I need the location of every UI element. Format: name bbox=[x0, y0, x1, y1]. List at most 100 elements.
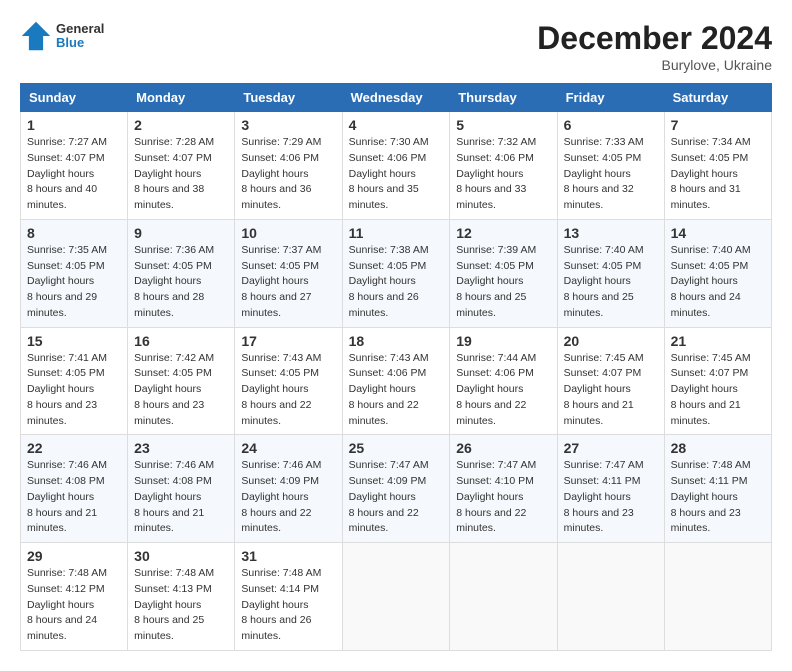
logo-text: General Blue bbox=[56, 22, 104, 51]
day-number: 24 bbox=[241, 440, 335, 456]
calendar-day-16: 16 Sunrise: 7:42 AMSunset: 4:05 PMDaylig… bbox=[128, 327, 235, 435]
calendar-table: SundayMondayTuesdayWednesdayThursdayFrid… bbox=[20, 83, 772, 651]
calendar-day-1: 1 Sunrise: 7:27 AMSunset: 4:07 PMDayligh… bbox=[21, 112, 128, 220]
day-info: Sunrise: 7:46 AMSunset: 4:08 PMDaylight … bbox=[27, 458, 121, 537]
day-number: 21 bbox=[671, 333, 765, 349]
day-info: Sunrise: 7:47 AMSunset: 4:10 PMDaylight … bbox=[456, 458, 550, 537]
location-subtitle: Burylove, Ukraine bbox=[537, 57, 772, 73]
day-number: 16 bbox=[134, 333, 228, 349]
calendar-day-24: 24 Sunrise: 7:46 AMSunset: 4:09 PMDaylig… bbox=[235, 435, 342, 543]
day-info: Sunrise: 7:41 AMSunset: 4:05 PMDaylight … bbox=[27, 351, 121, 430]
day-number: 20 bbox=[564, 333, 658, 349]
day-number: 27 bbox=[564, 440, 658, 456]
day-number: 6 bbox=[564, 117, 658, 133]
day-number: 14 bbox=[671, 225, 765, 241]
calendar-day-5: 5 Sunrise: 7:32 AMSunset: 4:06 PMDayligh… bbox=[450, 112, 557, 220]
column-header-thursday: Thursday bbox=[450, 84, 557, 112]
title-area: December 2024 Burylove, Ukraine bbox=[537, 20, 772, 73]
day-number: 22 bbox=[27, 440, 121, 456]
day-number: 31 bbox=[241, 548, 335, 564]
day-info: Sunrise: 7:30 AMSunset: 4:06 PMDaylight … bbox=[349, 135, 444, 214]
calendar-day-9: 9 Sunrise: 7:36 AMSunset: 4:05 PMDayligh… bbox=[128, 219, 235, 327]
day-info: Sunrise: 7:45 AMSunset: 4:07 PMDaylight … bbox=[671, 351, 765, 430]
day-number: 2 bbox=[134, 117, 228, 133]
day-number: 7 bbox=[671, 117, 765, 133]
day-info: Sunrise: 7:47 AMSunset: 4:11 PMDaylight … bbox=[564, 458, 658, 537]
calendar-body: 1 Sunrise: 7:27 AMSunset: 4:07 PMDayligh… bbox=[21, 112, 772, 651]
column-header-tuesday: Tuesday bbox=[235, 84, 342, 112]
day-number: 18 bbox=[349, 333, 444, 349]
day-info: Sunrise: 7:36 AMSunset: 4:05 PMDaylight … bbox=[134, 243, 228, 322]
day-number: 5 bbox=[456, 117, 550, 133]
column-header-friday: Friday bbox=[557, 84, 664, 112]
day-info: Sunrise: 7:29 AMSunset: 4:06 PMDaylight … bbox=[241, 135, 335, 214]
calendar-week-2: 8 Sunrise: 7:35 AMSunset: 4:05 PMDayligh… bbox=[21, 219, 772, 327]
calendar-week-4: 22 Sunrise: 7:46 AMSunset: 4:08 PMDaylig… bbox=[21, 435, 772, 543]
day-info: Sunrise: 7:46 AMSunset: 4:09 PMDaylight … bbox=[241, 458, 335, 537]
day-info: Sunrise: 7:33 AMSunset: 4:05 PMDaylight … bbox=[564, 135, 658, 214]
day-number: 9 bbox=[134, 225, 228, 241]
calendar-day-31: 31 Sunrise: 7:48 AMSunset: 4:14 PMDaylig… bbox=[235, 543, 342, 651]
calendar-day-17: 17 Sunrise: 7:43 AMSunset: 4:05 PMDaylig… bbox=[235, 327, 342, 435]
day-info: Sunrise: 7:27 AMSunset: 4:07 PMDaylight … bbox=[27, 135, 121, 214]
calendar-day-11: 11 Sunrise: 7:38 AMSunset: 4:05 PMDaylig… bbox=[342, 219, 450, 327]
day-info: Sunrise: 7:34 AMSunset: 4:05 PMDaylight … bbox=[671, 135, 765, 214]
calendar-day-25: 25 Sunrise: 7:47 AMSunset: 4:09 PMDaylig… bbox=[342, 435, 450, 543]
day-info: Sunrise: 7:44 AMSunset: 4:06 PMDaylight … bbox=[456, 351, 550, 430]
calendar-week-1: 1 Sunrise: 7:27 AMSunset: 4:07 PMDayligh… bbox=[21, 112, 772, 220]
calendar-day-28: 28 Sunrise: 7:48 AMSunset: 4:11 PMDaylig… bbox=[664, 435, 771, 543]
calendar-day-21: 21 Sunrise: 7:45 AMSunset: 4:07 PMDaylig… bbox=[664, 327, 771, 435]
calendar-day-2: 2 Sunrise: 7:28 AMSunset: 4:07 PMDayligh… bbox=[128, 112, 235, 220]
day-number: 29 bbox=[27, 548, 121, 564]
day-number: 19 bbox=[456, 333, 550, 349]
day-number: 10 bbox=[241, 225, 335, 241]
column-header-sunday: Sunday bbox=[21, 84, 128, 112]
logo: General Blue bbox=[20, 20, 104, 52]
logo-line1: General bbox=[56, 22, 104, 36]
logo-icon bbox=[20, 20, 52, 52]
day-info: Sunrise: 7:43 AMSunset: 4:05 PMDaylight … bbox=[241, 351, 335, 430]
day-info: Sunrise: 7:42 AMSunset: 4:05 PMDaylight … bbox=[134, 351, 228, 430]
month-title: December 2024 bbox=[537, 20, 772, 57]
day-info: Sunrise: 7:48 AMSunset: 4:14 PMDaylight … bbox=[241, 566, 335, 645]
logo-line2: Blue bbox=[56, 36, 104, 50]
day-number: 26 bbox=[456, 440, 550, 456]
calendar-day-10: 10 Sunrise: 7:37 AMSunset: 4:05 PMDaylig… bbox=[235, 219, 342, 327]
day-info: Sunrise: 7:37 AMSunset: 4:05 PMDaylight … bbox=[241, 243, 335, 322]
day-number: 23 bbox=[134, 440, 228, 456]
day-number: 1 bbox=[27, 117, 121, 133]
calendar-day-26: 26 Sunrise: 7:47 AMSunset: 4:10 PMDaylig… bbox=[450, 435, 557, 543]
calendar-day-20: 20 Sunrise: 7:45 AMSunset: 4:07 PMDaylig… bbox=[557, 327, 664, 435]
day-number: 28 bbox=[671, 440, 765, 456]
empty-cell bbox=[664, 543, 771, 651]
day-info: Sunrise: 7:48 AMSunset: 4:12 PMDaylight … bbox=[27, 566, 121, 645]
day-info: Sunrise: 7:32 AMSunset: 4:06 PMDaylight … bbox=[456, 135, 550, 214]
day-number: 3 bbox=[241, 117, 335, 133]
calendar-day-3: 3 Sunrise: 7:29 AMSunset: 4:06 PMDayligh… bbox=[235, 112, 342, 220]
column-header-saturday: Saturday bbox=[664, 84, 771, 112]
calendar-day-7: 7 Sunrise: 7:34 AMSunset: 4:05 PMDayligh… bbox=[664, 112, 771, 220]
column-header-wednesday: Wednesday bbox=[342, 84, 450, 112]
calendar-week-5: 29 Sunrise: 7:48 AMSunset: 4:12 PMDaylig… bbox=[21, 543, 772, 651]
day-info: Sunrise: 7:38 AMSunset: 4:05 PMDaylight … bbox=[349, 243, 444, 322]
empty-cell bbox=[557, 543, 664, 651]
day-number: 11 bbox=[349, 225, 444, 241]
day-number: 30 bbox=[134, 548, 228, 564]
empty-cell bbox=[342, 543, 450, 651]
calendar-week-3: 15 Sunrise: 7:41 AMSunset: 4:05 PMDaylig… bbox=[21, 327, 772, 435]
day-info: Sunrise: 7:28 AMSunset: 4:07 PMDaylight … bbox=[134, 135, 228, 214]
day-info: Sunrise: 7:47 AMSunset: 4:09 PMDaylight … bbox=[349, 458, 444, 537]
calendar-header-row: SundayMondayTuesdayWednesdayThursdayFrid… bbox=[21, 84, 772, 112]
page-header: General Blue December 2024 Burylove, Ukr… bbox=[20, 20, 772, 73]
day-info: Sunrise: 7:35 AMSunset: 4:05 PMDaylight … bbox=[27, 243, 121, 322]
empty-cell bbox=[450, 543, 557, 651]
column-header-monday: Monday bbox=[128, 84, 235, 112]
day-info: Sunrise: 7:46 AMSunset: 4:08 PMDaylight … bbox=[134, 458, 228, 537]
calendar-day-14: 14 Sunrise: 7:40 AMSunset: 4:05 PMDaylig… bbox=[664, 219, 771, 327]
day-info: Sunrise: 7:43 AMSunset: 4:06 PMDaylight … bbox=[349, 351, 444, 430]
day-number: 13 bbox=[564, 225, 658, 241]
calendar-day-30: 30 Sunrise: 7:48 AMSunset: 4:13 PMDaylig… bbox=[128, 543, 235, 651]
day-number: 12 bbox=[456, 225, 550, 241]
calendar-day-18: 18 Sunrise: 7:43 AMSunset: 4:06 PMDaylig… bbox=[342, 327, 450, 435]
calendar-day-22: 22 Sunrise: 7:46 AMSunset: 4:08 PMDaylig… bbox=[21, 435, 128, 543]
